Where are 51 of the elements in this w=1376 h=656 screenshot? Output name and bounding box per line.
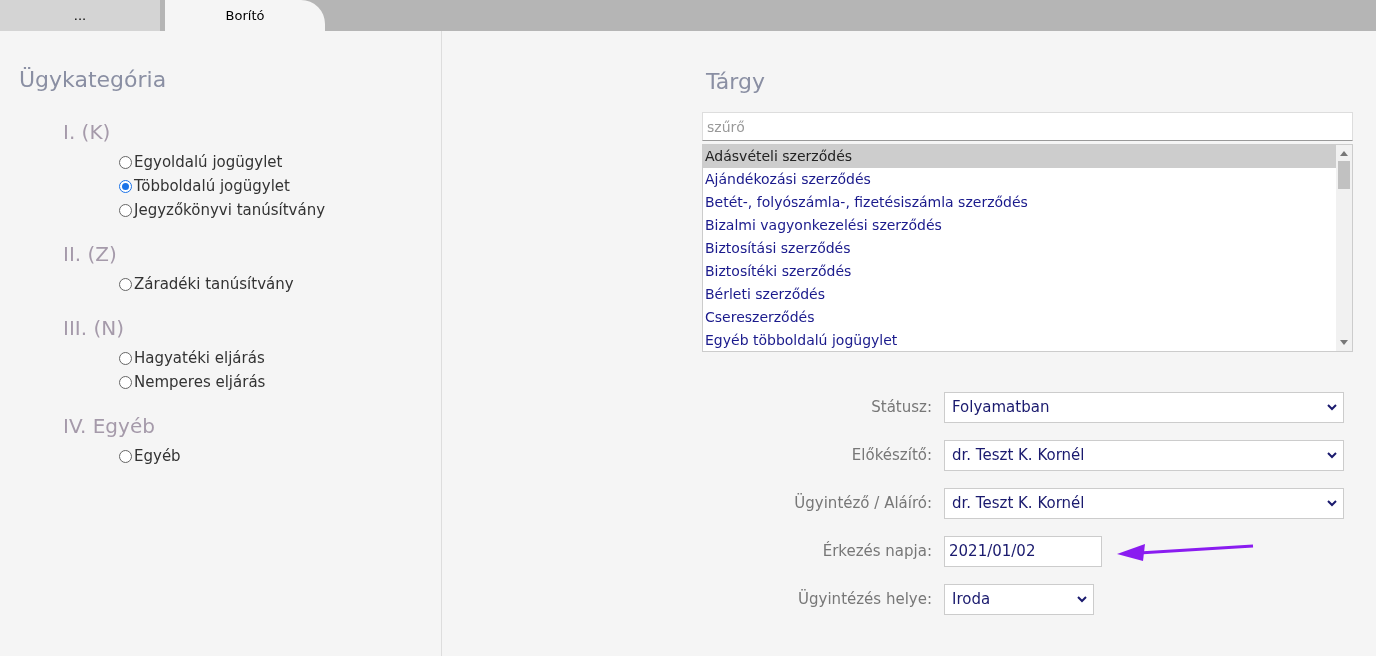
chevron-down-icon — [1327, 500, 1337, 507]
group-heading: IV. Egyéb — [63, 413, 156, 440]
radio-button[interactable] — [119, 179, 132, 193]
option-label: Jegyzőkönyvi tanúsítvány — [134, 199, 326, 221]
field-label: Státusz: — [870, 397, 932, 419]
chevron-down-icon — [1327, 404, 1337, 411]
list-option[interactable]: Adásvételi szerződés — [703, 145, 1336, 168]
group-heading: III. (N) — [63, 315, 125, 342]
scrollbar[interactable] — [1336, 145, 1352, 351]
dropdown[interactable]: dr. Teszt K. Kornél — [944, 488, 1344, 519]
list-option[interactable]: Csereszerződés — [703, 306, 1336, 329]
radio-button[interactable] — [119, 277, 132, 291]
list-option[interactable]: Bizalmi vagyonkezelési szerződés — [703, 214, 1336, 237]
group-heading: I. (K) — [63, 119, 112, 146]
list-option[interactable]: Biztosítéki szerződés — [703, 260, 1336, 283]
field-label: Ügyintéző / Aláíró: — [793, 492, 932, 515]
chevron-down-icon — [1077, 596, 1087, 603]
dropdown[interactable]: Iroda — [944, 584, 1094, 615]
chevron-down-icon — [1327, 452, 1337, 459]
scroll-down-icon[interactable] — [1340, 340, 1348, 345]
filter-field[interactable]: szűrő — [702, 112, 1353, 141]
radio-button[interactable] — [119, 375, 132, 389]
subject-listbox[interactable] — [702, 144, 1353, 352]
radio-button[interactable] — [119, 351, 132, 365]
scroll-thumb[interactable] — [1338, 161, 1350, 189]
tab[interactable]: Borító — [165, 0, 325, 31]
option-label: Egyoldalú jogügylet — [134, 151, 283, 173]
panel-title: Ügykategória — [19, 66, 168, 94]
option-label: Nemperes eljárás — [134, 371, 266, 393]
list-option[interactable]: Bérleti szerződés — [703, 283, 1336, 306]
radio-button[interactable] — [119, 203, 132, 217]
list-option[interactable]: Betét-, folyószámla-, fizetésiszámla szerződés — [703, 191, 1336, 214]
dropdown[interactable]: dr. Teszt K. Kornél — [944, 440, 1344, 471]
radio-button[interactable] — [119, 155, 132, 169]
option-label: Egyéb — [134, 445, 181, 467]
field-label: Ügyintézés helye: — [797, 588, 932, 611]
list-option[interactable]: Ajándékozási szerződés — [703, 168, 1336, 191]
section-title: Tárgy — [706, 68, 766, 96]
list-option[interactable]: Egyéb többoldalú jogügylet — [703, 329, 1336, 351]
list-option[interactable]: Biztosítási szerződés — [703, 237, 1336, 260]
group-heading: II. (Z) — [63, 241, 118, 268]
option-label: Záradéki tanúsítvány — [134, 273, 294, 295]
field-label: Előkészítő: — [850, 445, 932, 467]
date-field[interactable]: 2021/01/02 — [944, 536, 1102, 567]
option-label: Hagyatéki eljárás — [134, 347, 265, 369]
dropdown[interactable]: Folyamatban — [944, 392, 1344, 423]
tab[interactable]: ... — [0, 0, 160, 31]
field-label: Érkezés napja: — [821, 540, 932, 563]
radio-button[interactable] — [119, 449, 132, 463]
option-label: Többoldalú jogügylet — [134, 175, 290, 197]
scroll-up-icon[interactable] — [1340, 151, 1348, 156]
